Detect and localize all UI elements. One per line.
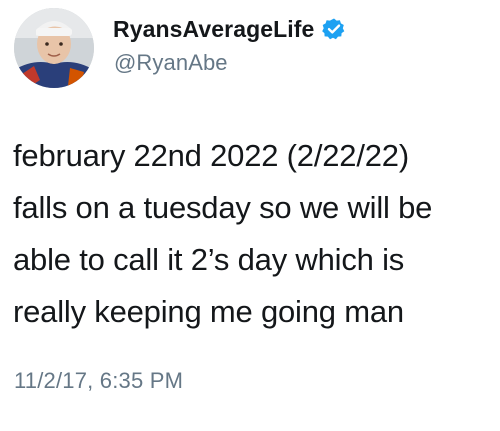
avatar-photo-icon [14,8,94,88]
author-name-row: RyansAverageLife [113,14,346,44]
tweet-text-line: able to call it 2’s day which is [13,242,405,277]
tweet-text-line: falls on a tuesday so we will be [13,190,433,225]
user-avatar[interactable] [14,8,94,88]
tweet-text-line: really keeping me going man [13,294,404,329]
user-handle[interactable]: @RyanAbe [114,50,228,76]
tweet-text-line: february 22nd 2022 (2/22/22) [13,138,409,173]
verified-badge-icon [322,17,346,41]
tweet-timestamp[interactable]: 11/2/17, 6:35 PM [14,368,183,394]
display-name[interactable]: RyansAverageLife [113,16,314,43]
tweet-text: february 22nd 2022 (2/22/22) falls on a … [13,130,493,338]
tweet-card: RyansAverageLife @RyanAbe february 22nd … [0,0,500,431]
